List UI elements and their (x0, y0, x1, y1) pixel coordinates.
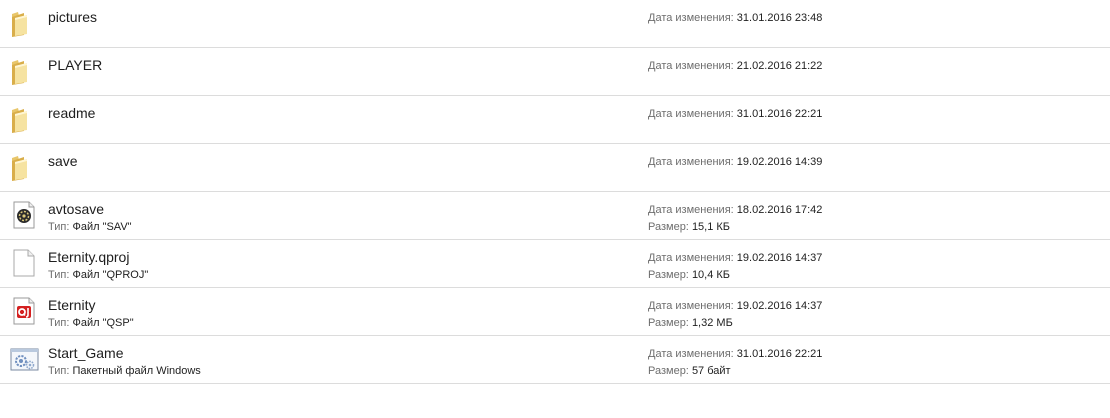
list-item-pictures[interactable]: pictures Дата изменения: 31.01.2016 23:4… (0, 0, 1110, 48)
item-type: Тип: Файл "QPROJ" (48, 269, 149, 281)
list-item-player[interactable]: PLAYER Дата изменения: 21.02.2016 21:22 (0, 48, 1110, 96)
list-item-save[interactable]: save Дата изменения: 19.02.2016 14:39 (0, 144, 1110, 192)
list-item-eternity[interactable]: Eternity Тип: Файл "QSP" Дата изменения:… (0, 288, 1110, 336)
folder-icon (9, 8, 39, 38)
item-size: Размер: 15,1 КБ (648, 221, 731, 233)
item-name: save (48, 153, 78, 169)
folder-icon (9, 104, 39, 134)
item-name: Start_Game (48, 345, 124, 361)
item-size: Размер: 10,4 КБ (648, 269, 731, 281)
item-size: Размер: 57 байт (648, 365, 731, 377)
item-type: Тип: Файл "SAV" (48, 221, 132, 233)
item-date: Дата изменения: 31.01.2016 22:21 (648, 108, 823, 120)
item-date: Дата изменения: 31.01.2016 23:48 (648, 12, 823, 24)
item-type: Тип: Файл "QSP" (48, 317, 134, 329)
item-name: readme (48, 105, 96, 121)
sav-file-icon (9, 200, 39, 230)
item-name: pictures (48, 9, 98, 25)
item-date: Дата изменения: 21.02.2016 21:22 (648, 60, 823, 72)
item-name: avtosave (48, 201, 105, 217)
list-item-readme[interactable]: readme Дата изменения: 31.01.2016 22:21 (0, 96, 1110, 144)
list-item-start-game[interactable]: Start_Game Тип: Пакетный файл Windows Да… (0, 336, 1110, 384)
item-name: Eternity.qproj (48, 249, 130, 265)
item-date: Дата изменения: 19.02.2016 14:37 (648, 252, 823, 264)
file-list: pictures Дата изменения: 31.01.2016 23:4… (0, 0, 1110, 384)
blank-file-icon (9, 248, 39, 278)
list-item-eternity-qproj[interactable]: Eternity.qproj Тип: Файл "QPROJ" Дата из… (0, 240, 1110, 288)
folder-icon (9, 152, 39, 182)
item-date: Дата изменения: 19.02.2016 14:39 (648, 156, 823, 168)
list-item-avtosave[interactable]: avtosave Тип: Файл "SAV" Дата изменения:… (0, 192, 1110, 240)
item-name: PLAYER (48, 57, 103, 73)
item-date: Дата изменения: 31.01.2016 22:21 (648, 348, 823, 360)
item-date: Дата изменения: 18.02.2016 17:42 (648, 204, 823, 216)
batch-file-icon (9, 344, 39, 374)
folder-icon (9, 56, 39, 86)
item-type: Тип: Пакетный файл Windows (48, 365, 201, 377)
item-size: Размер: 1,32 МБ (648, 317, 733, 329)
item-name: Eternity (48, 297, 96, 313)
qsp-file-icon (9, 296, 39, 326)
item-date: Дата изменения: 19.02.2016 14:37 (648, 300, 823, 312)
